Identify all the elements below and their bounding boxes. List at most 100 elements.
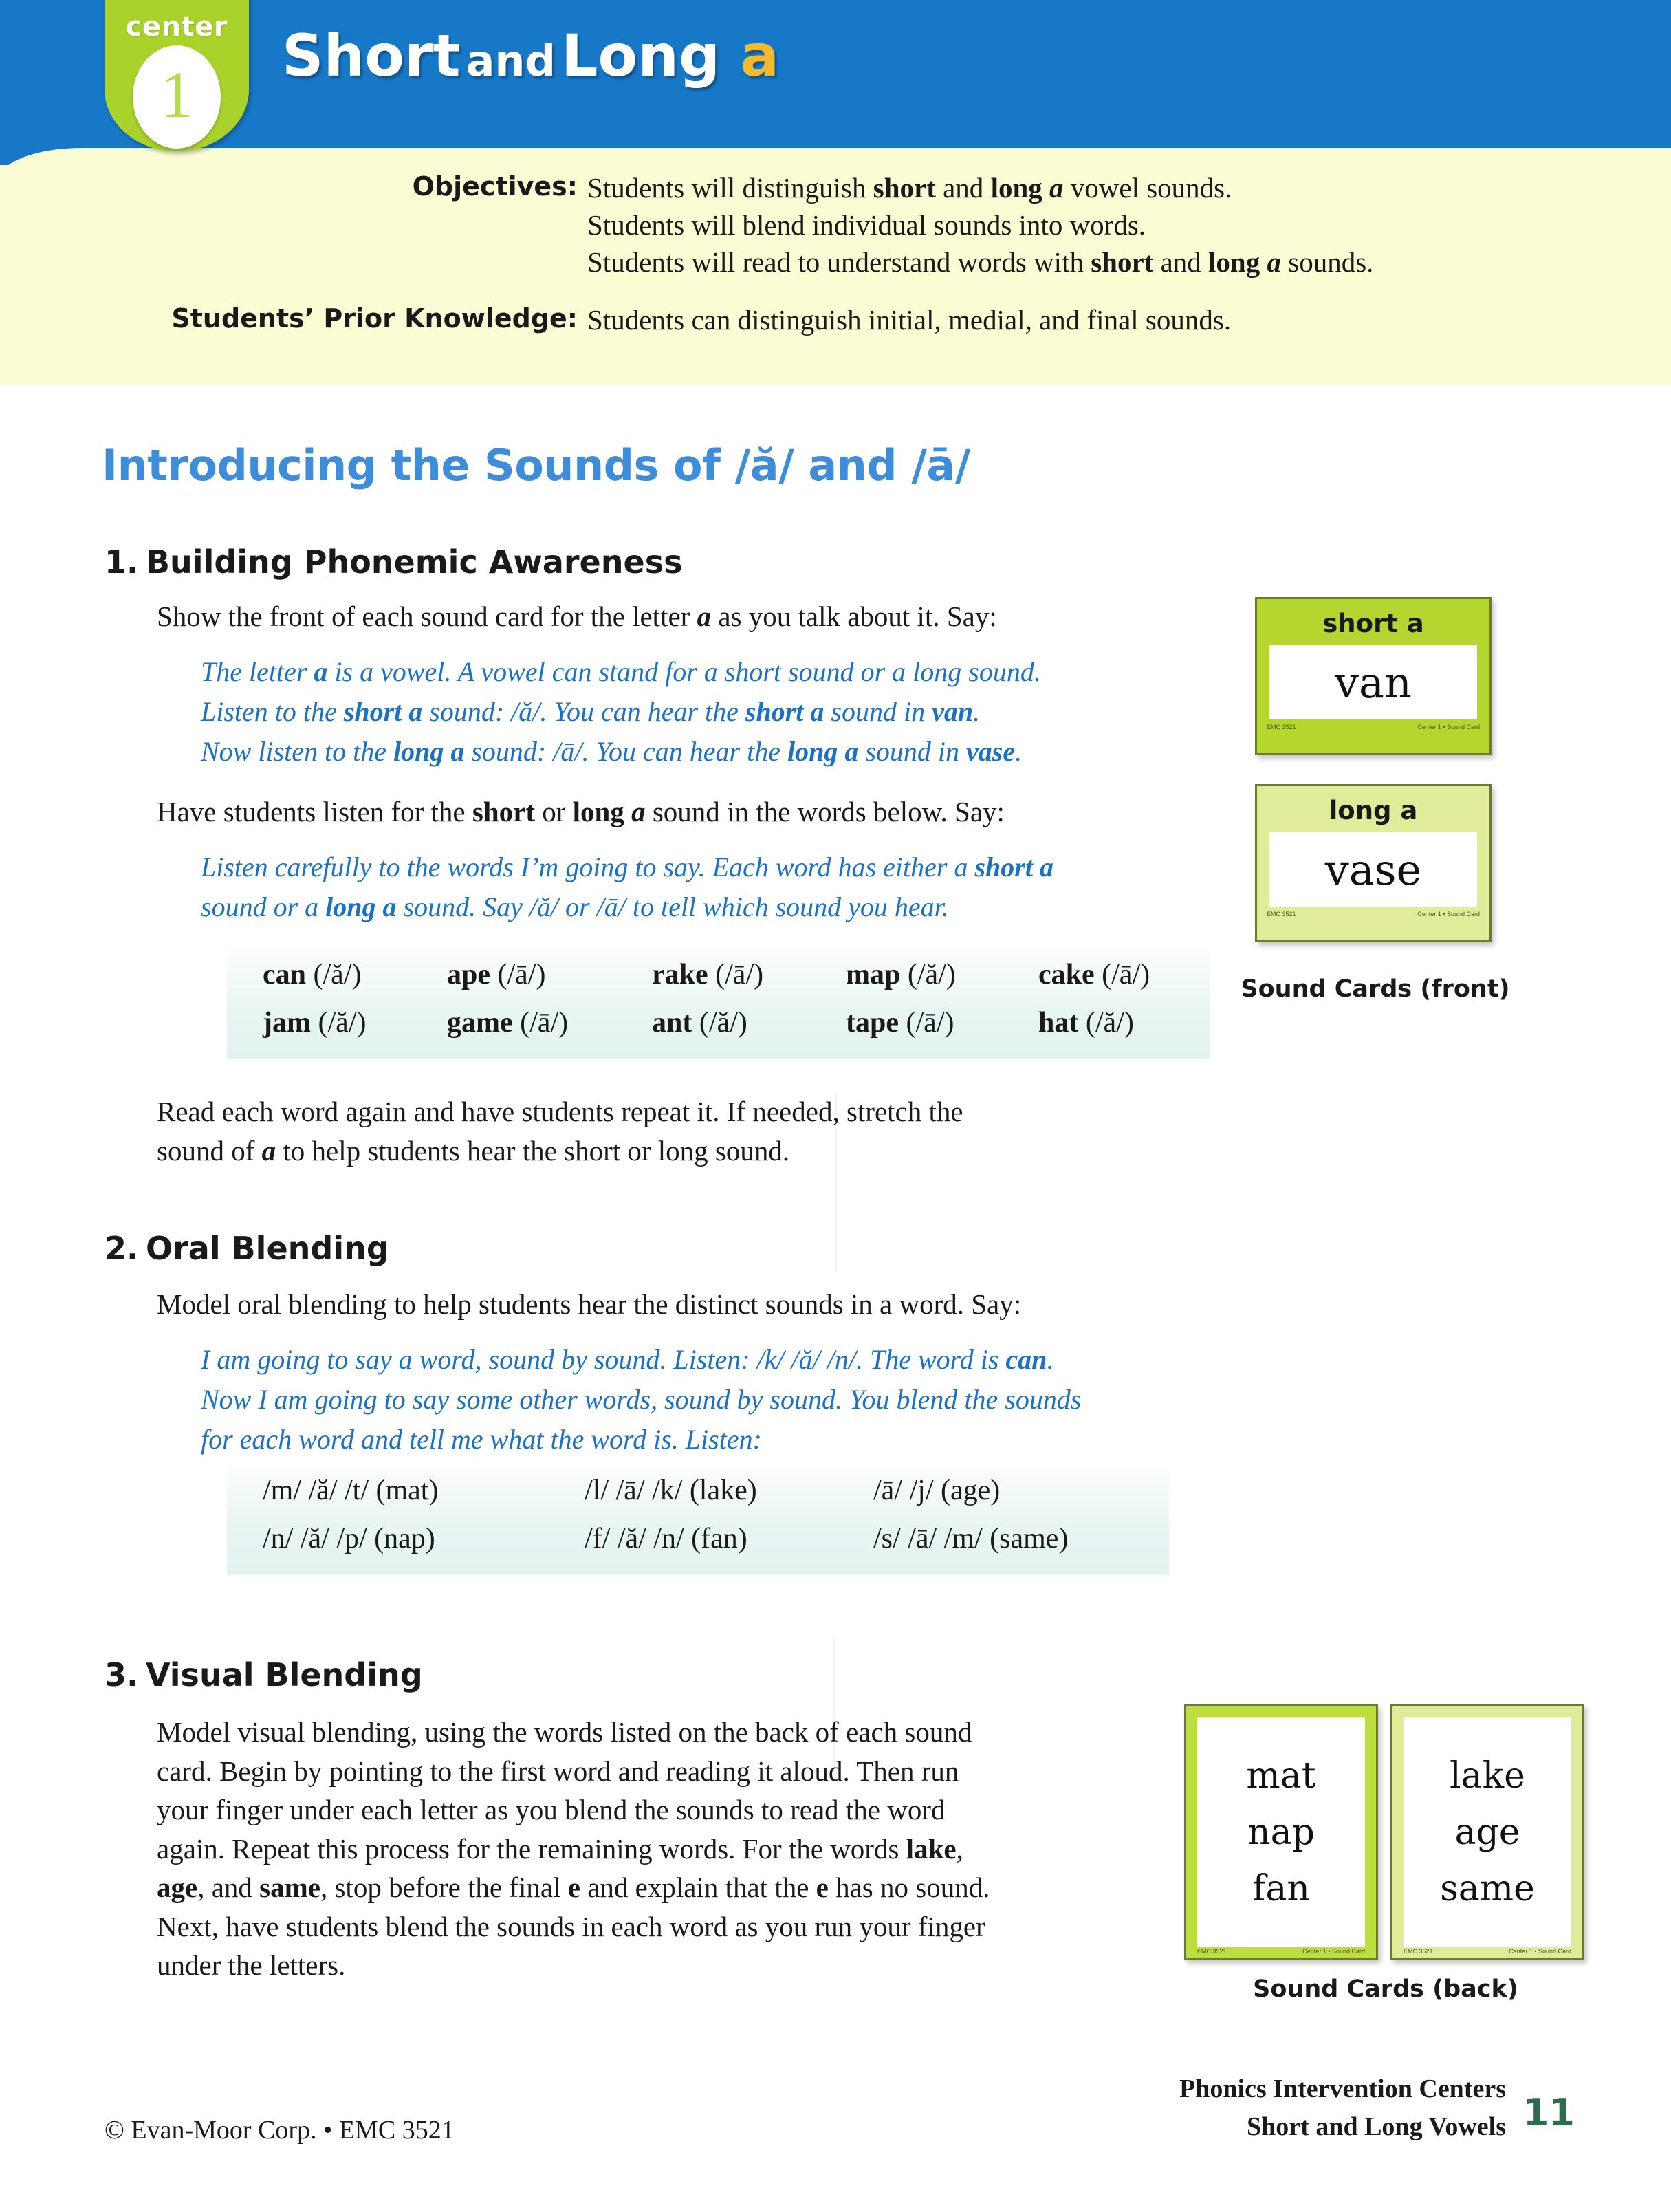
sound-card-label: long a — [1329, 796, 1418, 825]
microtext-right: Center 1 • Sound Card — [1417, 911, 1480, 918]
sound-card-microtext: EMC 3521 Center 1 • Sound Card — [1257, 719, 1489, 730]
objectives-block: Objectives: Students will distinguish sh… — [0, 171, 1671, 340]
word-cell: ant (/ă/) — [652, 1007, 747, 1039]
microtext-left: EMC 3521 — [1404, 1948, 1433, 1955]
section-2-blend-list: /m/ /ă/ /t/ (mat) /l/ /ā/ /k/ (lake) /ā/… — [227, 1457, 1169, 1575]
objective-row: Objectives: Students will distinguish sh… — [0, 171, 1671, 205]
footer-series-line-2: Short and Long Vowels — [1247, 2112, 1506, 2142]
blend-list-row: /m/ /ă/ /t/ (mat) /l/ /ā/ /k/ (lake) /ā/… — [227, 1466, 1169, 1515]
section-1-say-block-1: The letter a is a vowel. A vowel can sta… — [201, 652, 1205, 772]
sound-card-back-short-a: mat nap fan EMC 3521 Center 1 • Sound Ca… — [1184, 1704, 1378, 1960]
objective-row: Students will blend individual sounds in… — [0, 208, 1671, 242]
sound-card-back-words: mat nap fan — [1197, 1717, 1365, 1947]
section-1-say-block-2: Listen carefully to the words I’m going … — [201, 847, 1205, 927]
word-cell: hat (/ă/) — [1038, 1007, 1134, 1039]
microtext-left: EMC 3521 — [1197, 1948, 1227, 1955]
section-1-intro-2: Have students listen for the short or lo… — [157, 796, 1005, 827]
objective-text-1: Students will distinguish short and long… — [587, 172, 1232, 204]
outro-line: Read each word again and have students r… — [157, 1096, 963, 1127]
prior-knowledge-text: Students can distinguish initial, medial… — [587, 304, 1232, 336]
word-cell: game (/ā/) — [447, 1007, 569, 1039]
microtext-right: Center 1 • Sound Card — [1417, 724, 1480, 730]
sound-card-microtext: EMC 3521 Center 1 • Sound Card — [1404, 1948, 1571, 1955]
objective-text-2: Students will blend individual sounds in… — [587, 209, 1146, 241]
title-letter-a: a — [740, 22, 780, 89]
footer-copyright: © Evan-Moor Corp. • EMC 3521 — [105, 2116, 455, 2145]
scan-artifact — [833, 1637, 835, 1775]
footer-series-line-1: Phonics Intervention Centers — [1179, 2074, 1506, 2103]
say-line: for each word and tell me what the word … — [201, 1424, 762, 1455]
blend-cell: /f/ /ă/ /n/ (fan) — [585, 1523, 747, 1554]
objective-text-3: Students will read to understand words w… — [587, 246, 1374, 279]
sound-card-word: vase — [1269, 832, 1477, 907]
center-number-circle: 1 — [133, 45, 221, 149]
sound-card-microtext: EMC 3521 Center 1 • Sound Card — [1257, 907, 1489, 918]
footer-series: Phonics Intervention Centers Short and L… — [1179, 2070, 1506, 2146]
card-word: mat — [1246, 1755, 1316, 1797]
sound-card-back-words: lake age same — [1404, 1717, 1571, 1947]
card-word: same — [1440, 1868, 1535, 1909]
prior-knowledge-row: Students’ Prior Knowledge: Students can … — [0, 303, 1671, 337]
paragraph-line: under the letters. — [157, 1949, 346, 1982]
sound-card-word: van — [1269, 645, 1477, 719]
section-1-number: 1. — [105, 543, 139, 581]
center-tab-label: center — [125, 11, 228, 43]
paragraph-line: again. Repeat this process for the remai… — [157, 1832, 963, 1865]
word-list-row: jam (/ă/) game (/ā/) ant (/ă/) tape (/ā/… — [227, 999, 1210, 1047]
blend-cell: /m/ /ă/ /t/ (mat) — [263, 1475, 439, 1506]
blend-cell: /ā/ /j/ (age) — [873, 1475, 1001, 1506]
sound-card-front-short-a: short a van EMC 3521 Center 1 • Sound Ca… — [1255, 597, 1492, 755]
section-heading-introducing-sounds: Introducing the Sounds of /ă/ and /ā/ — [102, 440, 970, 490]
say-line: Listen carefully to the words I’m going … — [201, 852, 1053, 882]
microtext-left: EMC 3521 — [1267, 724, 1296, 730]
say-line: sound or a long a sound. Say /ă/ or /ā/ … — [201, 891, 949, 922]
section-1-heading: 1. Building Phonemic Awareness — [105, 543, 682, 581]
section-3-heading: 3. Visual Blending — [105, 1656, 423, 1693]
section-2-title: Oral Blending — [146, 1230, 389, 1267]
microtext-left: EMC 3521 — [1267, 911, 1296, 918]
word-cell: rake (/ā/) — [652, 959, 764, 990]
scan-artifact — [836, 1094, 837, 1272]
word-cell: map (/ă/) — [846, 959, 956, 990]
card-word: nap — [1247, 1812, 1315, 1853]
paragraph-line: card. Begin by pointing to the first wor… — [157, 1755, 959, 1787]
sound-card-microtext: EMC 3521 Center 1 • Sound Card — [1197, 1948, 1365, 1955]
page-number: 11 — [1522, 2091, 1575, 2134]
section-2-say-block: I am going to say a word, sound by sound… — [201, 1340, 1205, 1460]
sound-card-back-long-a: lake age same EMC 3521 Center 1 • Sound … — [1390, 1704, 1584, 1960]
section-1-intro: Show the front of each sound card for th… — [157, 600, 997, 632]
sound-card-front-long-a: long a vase EMC 3521 Center 1 • Sound Ca… — [1255, 784, 1492, 942]
prior-knowledge-label: Students’ Prior Knowledge: — [171, 303, 578, 334]
blend-cell: /l/ /ā/ /k/ (lake) — [585, 1475, 757, 1506]
word-cell: tape (/ā/) — [846, 1007, 954, 1039]
word-cell: cake (/ā/) — [1038, 959, 1150, 990]
page-title: Short andLong a — [282, 22, 779, 89]
title-short: Short — [282, 22, 461, 89]
objective-row: Students will read to understand words w… — [0, 245, 1671, 279]
blend-list-row: /n/ /ă/ /p/ (nap) /f/ /ă/ /n/ (fan) /s/ … — [227, 1515, 1169, 1563]
word-cell: can (/ă/) — [263, 959, 362, 990]
blend-cell: /s/ /ā/ /m/ (same) — [873, 1523, 1069, 1554]
sound-card-label: short a — [1322, 609, 1424, 638]
blend-cell: /n/ /ă/ /p/ (nap) — [263, 1523, 435, 1554]
card-word: age — [1454, 1812, 1520, 1853]
section-1-outro: Read each word again and have students r… — [157, 1092, 1161, 1170]
objectives-label-spacer — [0, 245, 578, 279]
objectives-label-spacer — [0, 208, 578, 242]
section-3-paragraph: Model visual blending, using the words l… — [157, 1713, 1188, 1985]
title-long: Long — [560, 22, 721, 89]
section-2-number: 2. — [105, 1230, 139, 1267]
paragraph-line: your finger under each letter as you ble… — [157, 1794, 946, 1826]
paragraph-line: Model visual blending, using the words l… — [157, 1716, 972, 1748]
word-cell: ape (/ā/) — [447, 959, 546, 990]
outro-line: sound of a to help students hear the sho… — [157, 1134, 790, 1167]
paragraph-line: Next, have students blend the sounds in … — [157, 1910, 985, 1942]
center-number: 1 — [160, 58, 193, 131]
section-2-heading: 2. Oral Blending — [105, 1230, 389, 1267]
title-and: and — [466, 36, 556, 86]
section-1-word-list: can (/ă/) ape (/ā/) rake (/ā/) map (/ă/)… — [227, 941, 1210, 1059]
word-list-row: can (/ă/) ape (/ā/) rake (/ā/) map (/ă/)… — [227, 951, 1210, 999]
say-line: I am going to say a word, sound by sound… — [201, 1344, 1054, 1375]
center-number-tab: center 1 — [105, 0, 249, 151]
card-word: fan — [1252, 1868, 1310, 1909]
